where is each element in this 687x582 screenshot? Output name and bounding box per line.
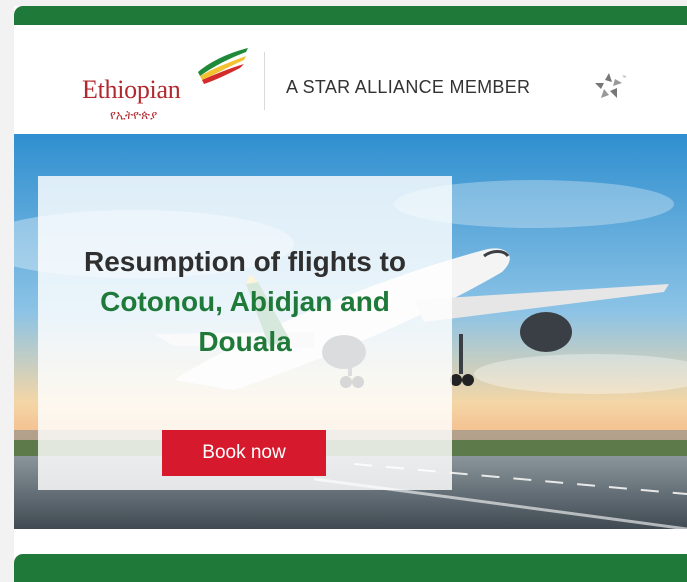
- email-header: Ethiopian የኢትዮጵያ A STAR ALLIANCE MEMBER …: [14, 25, 687, 135]
- headline-line-1: Resumption of flights to: [84, 246, 406, 277]
- hero-headline: Resumption of flights to Cotonou, Abidja…: [38, 242, 452, 362]
- header-divider: [264, 52, 265, 110]
- ethiopian-amharic-wordmark: የኢትዮጵያ: [110, 108, 158, 122]
- star-alliance-icon: ™: [595, 73, 626, 98]
- headline-line-2: Cotonou, Abidjan and: [100, 286, 390, 317]
- headline-line-3: Douala: [198, 326, 292, 357]
- ethiopian-wordmark: Ethiopian: [82, 75, 181, 104]
- book-now-button[interactable]: Book now: [162, 430, 326, 476]
- top-green-bar: [14, 6, 687, 25]
- bottom-green-bar: [14, 554, 687, 582]
- email-body: Ethiopian የኢትዮጵያ A STAR ALLIANCE MEMBER …: [14, 6, 687, 582]
- svg-text:™: ™: [622, 75, 626, 81]
- star-alliance-label: A STAR ALLIANCE MEMBER: [286, 77, 531, 97]
